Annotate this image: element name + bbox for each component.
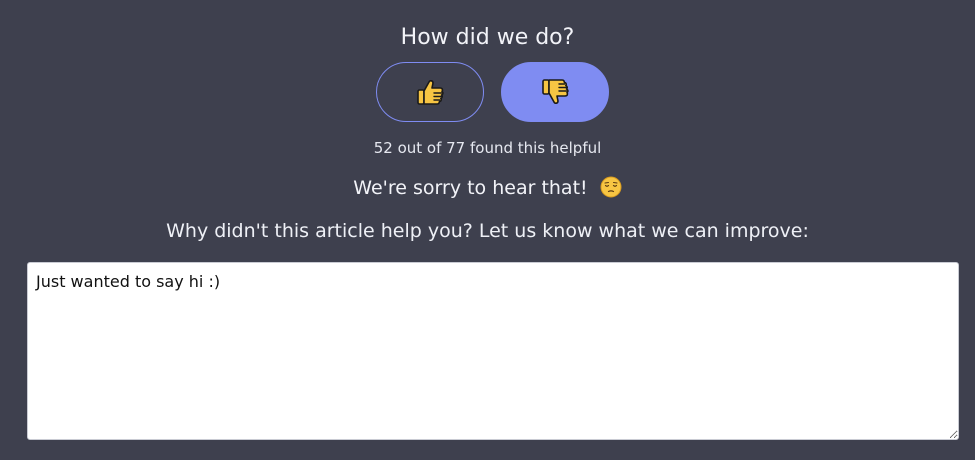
helpful-count: 52 out of 77 found this helpful [373, 139, 602, 157]
vote-buttons [376, 62, 609, 122]
thumbs-down-icon [539, 76, 571, 108]
feedback-prompt: Why didn't this article help you? Let us… [166, 220, 809, 242]
thumbs-up-icon [414, 76, 446, 108]
feedback-heading: How did we do? [400, 25, 575, 50]
sorry-text: We're sorry to hear that! [353, 177, 588, 199]
feedback-textarea[interactable]: Just wanted to say hi :) [27, 262, 959, 440]
thumbs-down-button[interactable] [501, 62, 609, 122]
sorry-message: We're sorry to hear that! [0, 175, 975, 205]
pensive-face-icon [600, 176, 622, 205]
thumbs-up-button[interactable] [376, 62, 484, 122]
